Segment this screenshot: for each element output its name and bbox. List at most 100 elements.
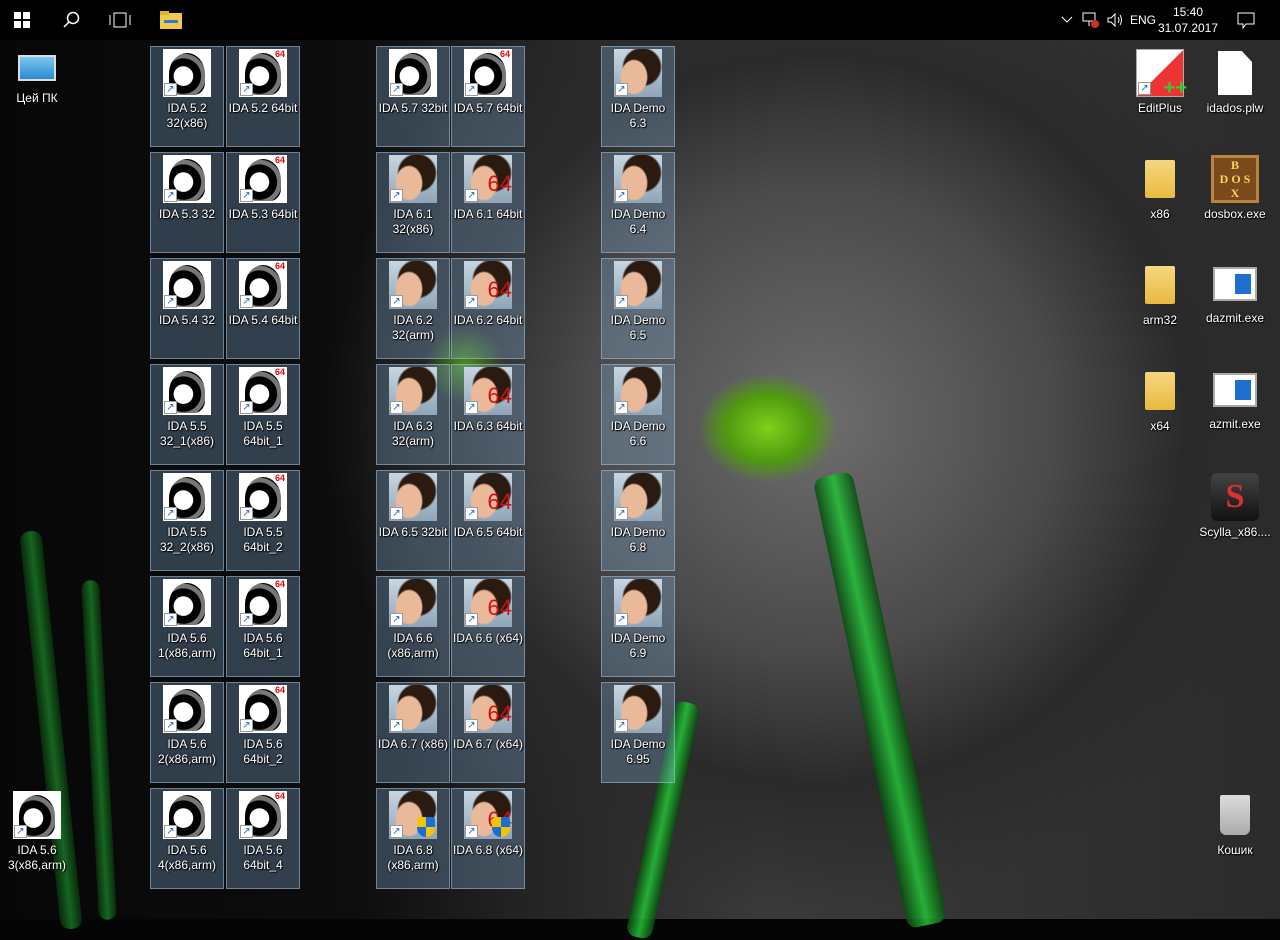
desktop-icon[interactable]: ↗ IDA Demo 6.9 <box>601 576 675 677</box>
desktop-icon[interactable]: 64 ↗ IDA 5.5 64bit_1 <box>226 364 300 465</box>
shortcut-arrow-icon: ↗ <box>390 825 403 838</box>
64bit-badge-icon: 64 <box>487 383 512 408</box>
desktop-icon[interactable]: ↗ IDA 6.8 (x86,arm) <box>376 788 450 889</box>
desktop-icon[interactable]: ↗ IDA 5.7 32bit <box>376 46 450 147</box>
desktop-icon[interactable]: 64 ↗ IDA 6.2 64bit <box>451 258 525 359</box>
desktop-icon[interactable]: 64↗ IDA 6.8 (x64) <box>451 788 525 889</box>
shortcut-arrow-icon: ↗ <box>240 507 253 520</box>
desktop-icon-label: IDA 5.3 64bit <box>228 207 298 221</box>
ida-old-portrait-icon: 64 ↗ <box>239 579 287 627</box>
desktop-icon[interactable]: 64 ↗ IDA 6.3 64bit <box>451 364 525 465</box>
desktop-icon[interactable]: ↗ IDA Demo 6.3 <box>601 46 675 147</box>
desktop-icon-label: Кошик <box>1217 843 1253 857</box>
folder-icon <box>1145 372 1175 410</box>
desktop-icon[interactable]: ↗ IDA 5.6 4(x86,arm) <box>150 788 224 889</box>
file-explorer-icon[interactable] <box>146 0 196 40</box>
desktop-icon[interactable]: ↗ IDA 5.2 32(x86) <box>150 46 224 147</box>
clock[interactable]: 15:40 31.07.2017 <box>1158 0 1218 40</box>
ida-portrait-icon: 64 ↗ <box>464 685 512 733</box>
shortcut-arrow-icon: ↗ <box>1138 82 1151 95</box>
shortcut-arrow-icon: ↗ <box>615 83 628 96</box>
64bit-badge-icon: 64 <box>274 791 285 801</box>
desktop-icon[interactable]: 64 ↗ IDA 5.3 64bit <box>226 152 300 253</box>
shortcut-arrow-icon: ↗ <box>390 401 403 414</box>
desktop-icon[interactable]: B D O S X dosbox.exe <box>1198 152 1272 253</box>
task-view-icon[interactable] <box>96 0 144 40</box>
desktop-icon[interactable]: 64 ↗ IDA 5.5 64bit_2 <box>226 470 300 571</box>
folder-icon <box>1145 266 1175 304</box>
language-indicator[interactable]: ENG <box>1128 0 1158 40</box>
desktop-icon[interactable]: ↗ IDA 6.7 (x86) <box>376 682 450 783</box>
shortcut-arrow-icon: ↗ <box>615 189 628 202</box>
desktop-icon[interactable]: 64 ↗ IDA 6.1 64bit <box>451 152 525 253</box>
action-center-icon[interactable] <box>1228 0 1264 40</box>
64bit-badge-icon: 64 <box>487 489 512 514</box>
ida-portrait-icon: ↗ <box>614 155 662 203</box>
desktop-icon[interactable]: 64 ↗ IDA 5.6 64bit_1 <box>226 576 300 677</box>
desktop-icon[interactable]: Кошик <box>1198 788 1272 889</box>
desktop-icon[interactable]: idados.plw <box>1198 46 1272 147</box>
desktop-icon[interactable]: S Scylla_x86.... <box>1198 470 1272 571</box>
desktop-icon[interactable]: ↗ IDA Demo 6.95 <box>601 682 675 783</box>
desktop-icon[interactable]: 64 ↗ IDA 6.5 64bit <box>451 470 525 571</box>
show-hidden-icons-chevron[interactable] <box>1056 0 1078 40</box>
ida-old-portrait-icon: ↗ <box>163 685 211 733</box>
shortcut-arrow-icon: ↗ <box>390 295 403 308</box>
desktop-icon-label: IDA 6.1 32(x86) <box>392 207 434 236</box>
desktop-icon[interactable]: 64 ↗ IDA 6.6 (x64) <box>451 576 525 677</box>
shortcut-arrow-icon: ↗ <box>240 719 253 732</box>
desktop-icon[interactable]: ↗ IDA Demo 6.8 <box>601 470 675 571</box>
shortcut-arrow-icon: ↗ <box>390 507 403 520</box>
desktop-icon[interactable]: 64 ↗ IDA 5.7 64bit <box>451 46 525 147</box>
desktop-icon-label: IDA 5.6 64bit_2 <box>243 737 283 766</box>
desktop-icon[interactable]: ↗ IDA 6.6 (x86,arm) <box>376 576 450 677</box>
desktop-icon[interactable]: Цей ПК <box>0 46 74 147</box>
desktop-icon[interactable]: ↗ EditPlus <box>1123 46 1197 147</box>
scylla-icon: S <box>1211 473 1259 521</box>
desktop-icon[interactable]: ↗ IDA 5.6 3(x86,arm) <box>0 788 74 889</box>
search-icon[interactable] <box>48 0 96 40</box>
desktop-icon[interactable]: ↗ IDA 6.3 32(arm) <box>376 364 450 465</box>
64bit-badge-icon: 64 <box>274 261 285 271</box>
desktop-icon[interactable]: ↗ IDA 5.6 1(x86,arm) <box>150 576 224 677</box>
desktop-icon[interactable]: ↗ IDA 6.2 32(arm) <box>376 258 450 359</box>
desktop-icon[interactable]: x86 <box>1123 152 1197 253</box>
shortcut-arrow-icon: ↗ <box>240 825 253 838</box>
desktop-icon[interactable]: azmit.exe <box>1198 364 1272 465</box>
shortcut-arrow-icon: ↗ <box>390 83 403 96</box>
64bit-badge-icon: 64 <box>274 367 285 377</box>
windows-start-icon[interactable] <box>0 0 44 40</box>
exe-icon <box>1213 373 1257 407</box>
desktop-icon[interactable]: ↗ IDA Demo 6.4 <box>601 152 675 253</box>
desktop-icon[interactable]: ↗ IDA Demo 6.6 <box>601 364 675 465</box>
network-disconnected-icon[interactable] <box>1078 0 1104 40</box>
volume-icon[interactable] <box>1104 0 1126 40</box>
desktop-icon-label: x64 <box>1150 419 1170 433</box>
desktop-icon-label: IDA 5.6 64bit_1 <box>243 631 283 660</box>
desktop-icon[interactable]: ↗ IDA 6.5 32bit <box>376 470 450 571</box>
ida-old-portrait-icon: ↗ <box>163 261 211 309</box>
desktop-icon[interactable]: 64 ↗ IDA 5.6 64bit_4 <box>226 788 300 889</box>
uac-shield-icon <box>417 817 435 837</box>
desktop-icon[interactable]: 64 ↗ IDA 5.6 64bit_2 <box>226 682 300 783</box>
desktop-icon[interactable]: arm32 <box>1123 258 1197 359</box>
ida-old-portrait-icon: ↗ <box>163 473 211 521</box>
ida-old-portrait-icon: 64 ↗ <box>239 685 287 733</box>
desktop-icon[interactable]: 64 ↗ IDA 5.2 64bit <box>226 46 300 147</box>
desktop-icon-label: IDA 5.2 32(x86) <box>166 101 208 130</box>
desktop-icon[interactable]: ↗ IDA 5.5 32_1(x86) <box>150 364 224 465</box>
desktop-icon[interactable]: dazmit.exe <box>1198 258 1272 359</box>
desktop-icon[interactable]: ↗ IDA 6.1 32(x86) <box>376 152 450 253</box>
desktop-icon[interactable]: ↗ IDA Demo 6.5 <box>601 258 675 359</box>
desktop-icon[interactable]: 64 ↗ IDA 6.7 (x64) <box>451 682 525 783</box>
desktop-icon[interactable]: ↗ IDA 5.3 32 <box>150 152 224 253</box>
desktop-icon[interactable]: ↗ IDA 5.6 2(x86,arm) <box>150 682 224 783</box>
shortcut-arrow-icon: ↗ <box>240 401 253 414</box>
desktop-icon-label: IDA 6.2 64bit <box>453 313 523 327</box>
desktop-icon[interactable]: x64 <box>1123 364 1197 465</box>
ida-portrait-icon: ↗ <box>389 473 437 521</box>
desktop-icon[interactable]: 64 ↗ IDA 5.4 64bit <box>226 258 300 359</box>
desktop-icon[interactable]: ↗ IDA 5.5 32_2(x86) <box>150 470 224 571</box>
ida-old-portrait-icon: 64 ↗ <box>239 261 287 309</box>
desktop-icon[interactable]: ↗ IDA 5.4 32 <box>150 258 224 359</box>
